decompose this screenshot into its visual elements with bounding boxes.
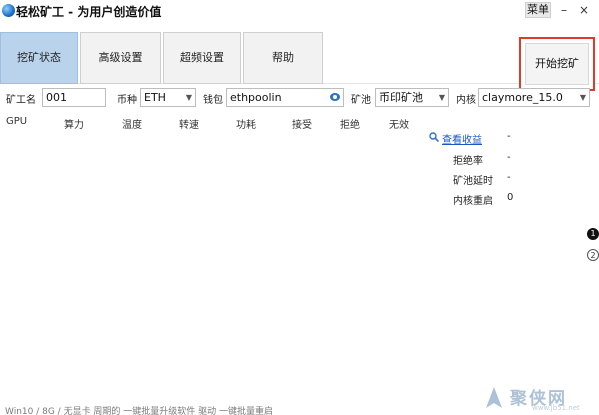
col-hashrate: 算力 [64,120,84,131]
reject-rate-value: - [507,152,511,163]
coin-select[interactable]: ETH ▼ [140,88,196,107]
kernel-label: 内核 [456,95,476,106]
col-gpu: GPU [6,116,28,127]
chevron-down-icon: ▼ [579,93,586,102]
pool-value: 币印矿池 [379,91,423,104]
page-2-button[interactable]: 2 [587,249,599,261]
miner-name-input[interactable]: 001 [42,88,106,107]
eye-icon[interactable] [330,93,340,101]
coin-label: 币种 [117,95,137,106]
miner-name-label: 矿工名 [6,95,36,106]
miner-name-value: 001 [46,91,67,104]
col-fan-speed: 转速 [179,120,199,131]
col-accepted: 接受 [292,120,312,131]
pool-latency-value: - [507,172,511,183]
view-earnings-value: - [507,131,511,142]
chevron-down-icon: ▼ [438,93,445,102]
gpu-table-header: GPU 算力 温度 转速 功耗 接受 拒绝 无效 [0,116,599,131]
start-mining-button[interactable]: 开始挖矿 [525,43,589,85]
wallet-value: ethpoolin [230,91,282,104]
col-rejected: 拒绝 [340,120,360,131]
chevron-down-icon: ▼ [185,93,192,102]
wallet-input[interactable]: ethpoolin [226,88,344,107]
view-earnings-link[interactable]: 查看收益 [442,131,482,146]
coin-value: ETH [144,91,166,104]
close-button[interactable]: × [576,2,592,18]
settings-row: 矿工名 001 币种 ETH ▼ 钱包 ethpoolin 矿池 币印矿池 ▼ … [0,87,599,109]
tab-mining-status[interactable]: 挖矿状态 [0,32,78,84]
app-logo-icon [2,4,15,17]
watermark-sub: www.jb51.net [532,404,580,412]
kernel-restart-label: 内核重启 [453,196,493,207]
reject-rate-label: 拒绝率 [453,156,483,167]
search-icon [429,132,439,142]
col-invalid: 无效 [389,120,409,131]
col-power: 功耗 [236,120,256,131]
col-temperature: 温度 [122,120,142,131]
pool-select[interactable]: 币印矿池 ▼ [375,88,449,107]
kernel-restart-value: 0 [507,192,514,203]
tab-overclock-settings[interactable]: 超频设置 [163,32,241,84]
main-toolbar: 挖矿状态 高级设置 超频设置 帮助 开始挖矿 [0,22,599,91]
watermark-logo-icon [486,387,502,408]
tab-help[interactable]: 帮助 [243,32,323,84]
page-1-button[interactable]: 1 [587,228,599,240]
minimize-button[interactable]: – [556,2,572,18]
window-title: 轻松矿工 - 为用户创造价值 [16,5,162,19]
wallet-label: 钱包 [203,95,223,106]
menu-button[interactable]: 菜单 [525,2,551,18]
title-bar: 轻松矿工 - 为用户创造价值 菜单 – × [0,0,599,22]
status-text: Win10 / 8G / 无显卡 周期的 一键批量升级软件 驱动 一键批量重启 [5,407,274,415]
watermark: 聚侠网 www.jb51.net [476,384,599,412]
start-mining-highlight: 开始挖矿 [519,37,595,91]
pool-label: 矿池 [351,95,371,106]
kernel-select[interactable]: claymore_15.0 ▼ [478,88,590,107]
kernel-value: claymore_15.0 [482,91,563,104]
pool-latency-label: 矿池延时 [453,176,493,187]
tab-advanced-settings[interactable]: 高级设置 [80,32,161,84]
